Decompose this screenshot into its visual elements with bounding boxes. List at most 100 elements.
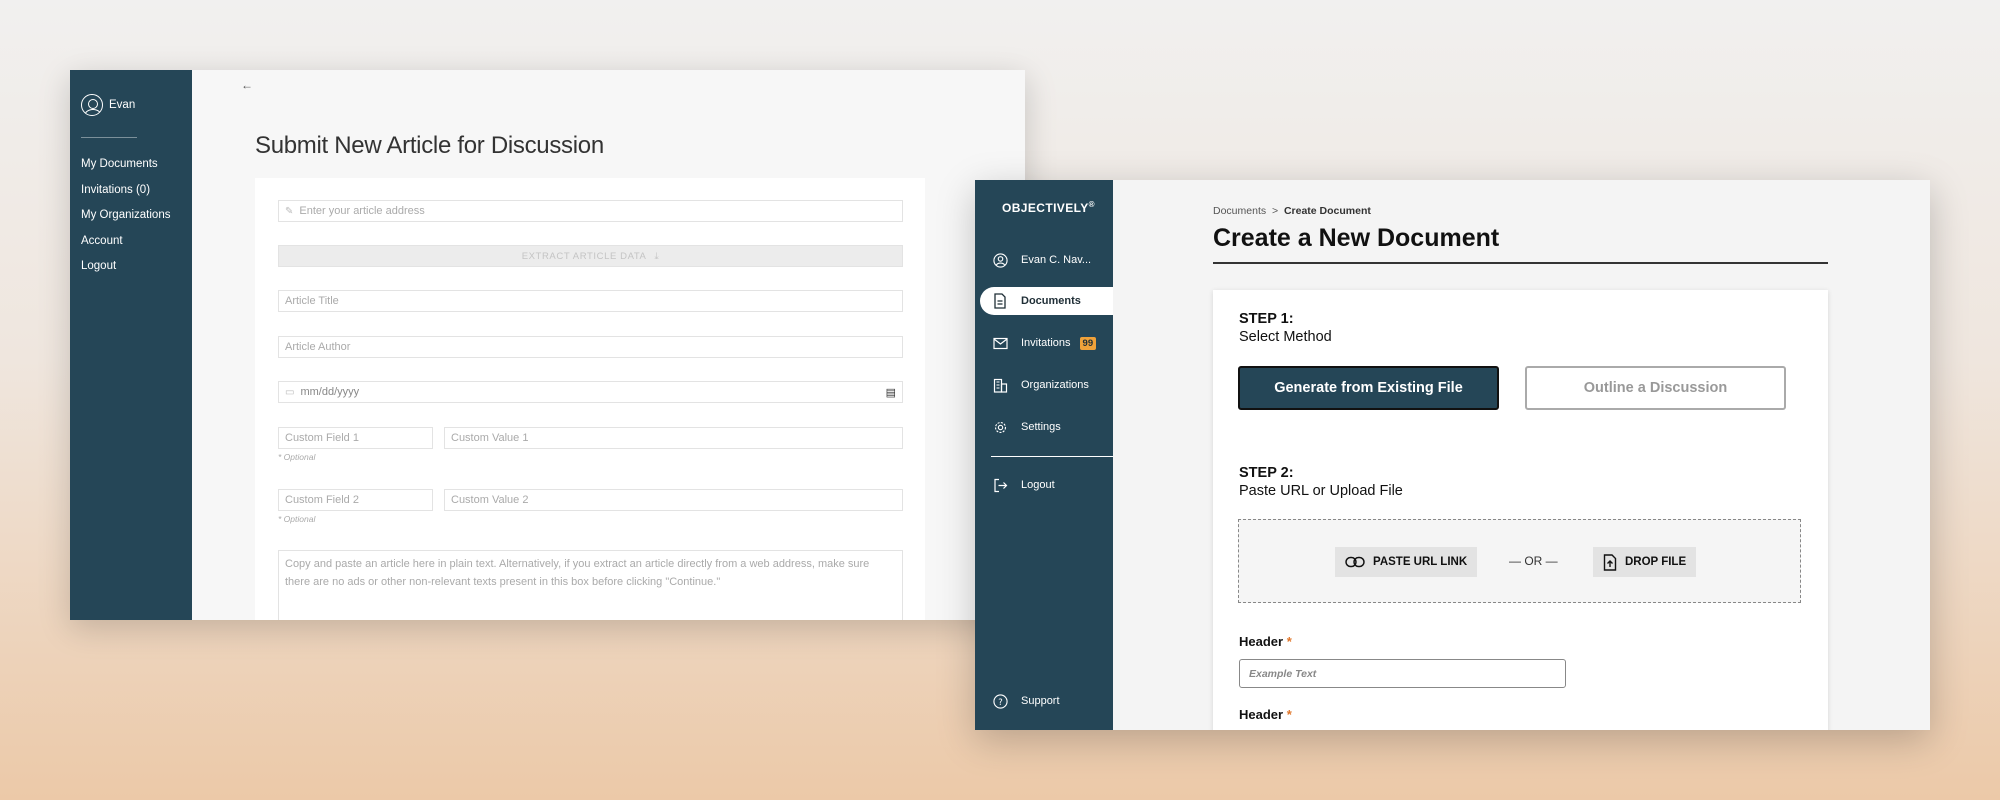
step-2-title: STEP 2: — [1239, 465, 1294, 481]
paste-url-button[interactable]: PASTE URL LINK — [1335, 547, 1478, 577]
nav-organizations[interactable]: Organizations — [980, 371, 1113, 399]
nav-logout-label: Logout — [1021, 479, 1055, 491]
download-icon: ⤓ — [654, 250, 660, 262]
custom-field-2-input[interactable]: Custom Field 2 — [278, 489, 433, 511]
optional-note: * Optional — [278, 452, 316, 462]
help-icon: ? — [992, 693, 1008, 709]
drop-file-button[interactable]: DROP FILE — [1593, 547, 1697, 577]
registered-mark: ® — [1088, 200, 1095, 209]
calendar-icon[interactable]: ▤ — [886, 386, 896, 399]
extract-label: EXTRACT ARTICLE DATA — [521, 250, 647, 262]
header-field-label: Header * — [1239, 634, 1292, 649]
nav-user[interactable]: Evan C. Nav... — [980, 246, 1113, 274]
article-title-input[interactable]: Article Title — [278, 290, 903, 312]
required-marker: * — [1286, 707, 1292, 722]
custom-value-1-placeholder: Custom Value 1 — [451, 432, 529, 444]
custom-value-1-input[interactable]: Custom Value 1 — [444, 427, 903, 449]
nav-logout[interactable]: Logout — [81, 258, 170, 284]
custom-field-2-placeholder: Custom Field 2 — [285, 494, 359, 506]
back-arrow-icon[interactable]: ← — [241, 78, 253, 92]
nav-support[interactable]: ? Support — [980, 687, 1113, 715]
paste-url-label: PASTE URL LINK — [1373, 556, 1468, 568]
nav-my-documents[interactable]: My Documents — [81, 156, 170, 182]
sidebar-divider — [81, 137, 137, 138]
optional-note: * Optional — [278, 514, 316, 524]
page-title: Submit New Article for Discussion — [255, 132, 604, 159]
nav-settings[interactable]: Settings — [980, 413, 1113, 441]
mail-icon — [992, 335, 1008, 351]
article-address-input[interactable]: ✎ Enter your article address — [278, 200, 903, 222]
user-profile[interactable]: Evan — [81, 94, 135, 116]
nav-my-organizations[interactable]: My Organizations — [81, 207, 170, 233]
nav-invitations[interactable]: Invitations (0) — [81, 182, 170, 208]
header-input-placeholder: Example Text — [1249, 667, 1317, 680]
left-main: ← Submit New Article for Discussion ✎ En… — [192, 70, 1025, 620]
nav-documents[interactable]: Documents — [980, 287, 1113, 315]
user-icon — [992, 252, 1008, 268]
custom-value-2-input[interactable]: Custom Value 2 — [444, 489, 903, 511]
logout-icon — [992, 477, 1008, 493]
left-sidebar: Evan My Documents Invitations (0) My Org… — [70, 70, 192, 620]
outline-discussion-button[interactable]: Outline a Discussion — [1525, 366, 1786, 410]
article-submit-window: Evan My Documents Invitations (0) My Org… — [70, 70, 1025, 620]
nav-invitations[interactable]: Invitations 99 — [980, 329, 1113, 357]
svg-text:?: ? — [998, 696, 1002, 706]
calendar-small-icon: ▭ — [285, 387, 295, 398]
right-sidebar: OBJECTIVELY® Evan C. Nav... Documents In… — [975, 180, 1113, 730]
header-field-label-2: Header * — [1239, 707, 1292, 722]
link-icon — [1345, 556, 1365, 568]
title-placeholder: Article Title — [285, 295, 339, 307]
custom-field-1-input[interactable]: Custom Field 1 — [278, 427, 433, 449]
nav-organizations-label: Organizations — [1021, 379, 1089, 391]
required-marker: * — [1286, 634, 1292, 649]
left-nav: My Documents Invitations (0) My Organiza… — [81, 156, 170, 284]
custom-value-2-placeholder: Custom Value 2 — [451, 494, 529, 506]
page-title: Create a New Document — [1213, 224, 1500, 252]
header-label-text: Header — [1239, 707, 1284, 722]
brand-name: OBJECTIVELY — [1002, 201, 1089, 215]
nav-user-label: Evan C. Nav... — [1021, 254, 1092, 266]
user-name: Evan — [109, 99, 136, 111]
date-input[interactable]: ▭ mm/dd/yyyy ▤ — [278, 381, 903, 403]
create-document-window: OBJECTIVELY® Evan C. Nav... Documents In… — [975, 180, 1930, 730]
nav-invitations-label: Invitations — [1021, 337, 1071, 349]
breadcrumb-current: Create Document — [1283, 205, 1371, 217]
extract-article-button[interactable]: EXTRACT ARTICLE DATA ⤓ — [278, 245, 903, 267]
textarea-placeholder: Copy and paste an article here in plain … — [285, 558, 870, 588]
nav-documents-label: Documents — [1021, 295, 1081, 307]
avatar-icon — [81, 94, 103, 116]
date-placeholder: mm/dd/yyyy — [300, 386, 360, 398]
step-1: STEP 1: Select Method — [1239, 310, 1332, 346]
title-underline — [1213, 262, 1828, 264]
step-2-subtitle: Paste URL or Upload File — [1239, 483, 1403, 499]
or-separator: — OR — — [1509, 554, 1558, 568]
sidebar-divider — [991, 456, 1113, 457]
article-author-input[interactable]: Article Author — [278, 336, 903, 358]
address-placeholder: Enter your article address — [299, 205, 425, 217]
upload-drop-zone[interactable]: PASTE URL LINK — OR — DROP FILE — [1238, 519, 1801, 603]
nav-account[interactable]: Account — [81, 233, 170, 259]
link-icon: ✎ — [285, 205, 294, 217]
right-main: Documents > Create Document Create a New… — [1113, 180, 1930, 730]
nav-logout[interactable]: Logout — [980, 471, 1113, 499]
file-upload-icon — [1603, 553, 1617, 571]
building-icon — [992, 377, 1008, 393]
article-text-area[interactable]: Copy and paste an article here in plain … — [278, 550, 903, 620]
header-input[interactable]: Example Text — [1239, 659, 1566, 688]
step-2: STEP 2: Paste URL or Upload File — [1239, 464, 1403, 500]
custom-field-1-placeholder: Custom Field 1 — [285, 432, 359, 444]
header-label-text: Header — [1239, 634, 1284, 649]
nav-settings-label: Settings — [1021, 421, 1061, 433]
document-icon — [992, 293, 1008, 309]
breadcrumb-separator: > — [1271, 205, 1279, 217]
brand-logo[interactable]: OBJECTIVELY® — [1002, 200, 1095, 215]
gear-icon — [992, 419, 1008, 435]
breadcrumb: Documents > Create Document — [1213, 205, 1371, 217]
step-1-subtitle: Select Method — [1239, 329, 1332, 345]
article-form: ✎ Enter your article address EXTRACT ART… — [255, 178, 925, 620]
author-placeholder: Article Author — [285, 341, 351, 353]
create-document-card: STEP 1: Select Method Generate from Exis… — [1213, 290, 1828, 730]
generate-from-file-button[interactable]: Generate from Existing File — [1238, 366, 1499, 410]
nav-support-label: Support — [1021, 695, 1060, 707]
breadcrumb-documents[interactable]: Documents — [1213, 205, 1266, 217]
